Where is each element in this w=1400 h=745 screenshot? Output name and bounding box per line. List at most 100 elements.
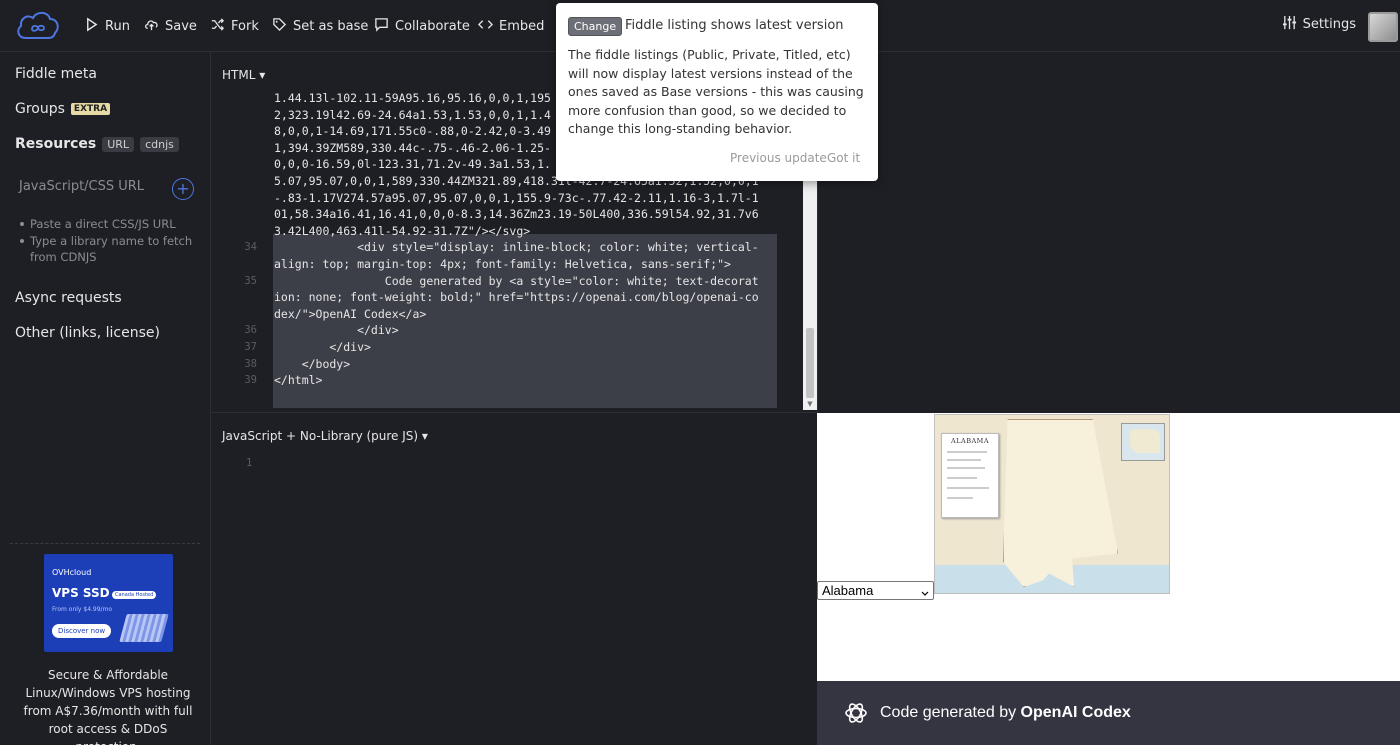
code-line: 36 </div> [211, 322, 803, 338]
map-title: ALABAMA [950, 437, 990, 445]
collaborate-button[interactable]: Collaborate [374, 15, 470, 37]
map-inset-us [1130, 429, 1160, 453]
sidebar-item-groups[interactable]: Groups EXTRA [15, 101, 111, 117]
code-line: 3.42L400,463.41l-54.92-31.7Z"/></svg> [211, 223, 803, 239]
sliders-icon [1282, 15, 1297, 34]
code-text: -.83-1.17V274.57a95.07,95.07,0,0,1,155.9… [274, 190, 759, 205]
ad-headline: VPS SSD [52, 586, 110, 600]
code-text: 01,58.34a16.41,16.41,0,0,0-8.3,14.36Zm23… [274, 207, 759, 222]
line-number: 35 [244, 274, 257, 287]
user-avatar[interactable] [1368, 12, 1398, 42]
embed-button[interactable]: Embed [478, 15, 544, 37]
legend-line [947, 487, 989, 489]
ad-sub: From only $4.99/mo [52, 606, 113, 613]
fork-button[interactable]: Fork [210, 15, 259, 37]
got-it-button[interactable]: Got it [827, 151, 860, 165]
run-button[interactable]: Run [84, 15, 130, 37]
openai-logo-icon [843, 700, 869, 726]
code-text: 3.42L400,463.41l-54.92-31.7Z"/></svg> [274, 223, 531, 238]
plus-icon: + [176, 179, 190, 198]
line-number: 1 [246, 457, 253, 469]
legend-line [947, 459, 981, 461]
chevron-down-icon [921, 585, 929, 596]
html-panel-label[interactable]: HTML ▾ [222, 68, 265, 82]
legend-line [947, 477, 977, 479]
result-panel: ALABAMA Alabama [817, 413, 1400, 681]
openai-codex-link[interactable]: OpenAI Codex [1021, 704, 1131, 721]
ad-banner[interactable]: OVHcloud VPS SSD Canada Hosted From only… [44, 554, 173, 652]
sidebar-item-other[interactable]: Other (links, license) [15, 325, 160, 341]
sidebar-item-label: Async requests [15, 290, 122, 306]
play-icon [84, 17, 99, 36]
jsfiddle-logo-icon[interactable] [14, 8, 62, 44]
line-number: 36 [244, 324, 257, 337]
ad-text[interactable]: Secure & Affordable Linux/Windows VPS ho… [15, 666, 201, 745]
update-notification-popup: Change Fiddle listing shows latest versi… [556, 3, 878, 181]
run-label: Run [105, 18, 130, 34]
line-number: 38 [244, 357, 257, 370]
scroll-down-icon[interactable]: ▼ [805, 400, 815, 408]
ad-cta-button[interactable]: Discover now [52, 624, 112, 638]
code-text: </div> [274, 323, 399, 338]
code-line: 38 </body> [211, 356, 803, 372]
caret-down-icon: ▾ [418, 429, 428, 443]
sidebar-item-fiddle-meta[interactable]: Fiddle meta [15, 66, 97, 82]
code-text: 0,0,0-16.59,0l-123.31,71.2v-49.3a1.53,1. [274, 157, 551, 172]
code-text: Code generated by <a style="color: white… [274, 273, 759, 288]
chat-icon [374, 17, 389, 36]
code-line: ion: none; font-weight: bold;" href="htt… [211, 289, 803, 305]
code-text: </body> [274, 356, 351, 371]
caret-down-icon: ▾ [255, 68, 266, 82]
set-as-base-button[interactable]: Set as base [272, 15, 368, 37]
codex-footer-text: Code generated by OpenAI Codex [880, 704, 1131, 722]
save-button[interactable]: Save [144, 15, 197, 37]
code-line: dex/">OpenAI Codex</a> [211, 306, 803, 322]
code-brackets-icon [478, 17, 493, 36]
panel-label-text: HTML [222, 68, 256, 82]
code-text: ion: none; font-weight: bold;" href="htt… [274, 290, 759, 305]
sidebar-item-label: Resources [15, 136, 97, 152]
code-text: 8,0,0,1-14.69,171.55c0-.88,0-2.42,0-3.49 [274, 124, 551, 139]
hint-item: Paste a direct CSS/JS URL [18, 216, 198, 232]
tag-icon [272, 17, 287, 36]
code-line: 39 </html> [211, 372, 803, 388]
line-number: 34 [244, 241, 257, 254]
code-line: 35 Code generated by <a style="color: wh… [211, 273, 803, 289]
sidebar-item-label: Other (links, license) [15, 325, 160, 341]
ad-divider [10, 543, 200, 544]
sidebar-item-resources[interactable]: Resources URL cdnjs [15, 136, 179, 152]
code-text: dex/">OpenAI Codex</a> [274, 306, 427, 321]
sidebar-item-async-requests[interactable]: Async requests [15, 290, 122, 306]
legend-line [947, 451, 987, 453]
css-editor-panel[interactable] [817, 52, 1400, 413]
code-text: </html> [274, 373, 323, 388]
code-text: <div style="display: inline-block; color… [274, 240, 759, 255]
save-label: Save [165, 18, 197, 34]
js-panel-label[interactable]: JavaScript + No-Library (pure JS) ▾ [222, 429, 428, 443]
embed-label: Embed [499, 18, 545, 34]
add-resource-button[interactable]: + [172, 178, 194, 200]
legend-line [947, 497, 973, 499]
settings-button[interactable]: Settings [1282, 15, 1356, 34]
cdnjs-badge[interactable]: cdnjs [140, 136, 179, 152]
popup-title: Fiddle listing shows latest version [625, 18, 844, 33]
js-editor-panel: JavaScript + No-Library (pure JS) ▾ 1 [211, 413, 817, 745]
ad-brand: OVHcloud [52, 568, 92, 577]
state-select[interactable]: Alabama [817, 581, 934, 600]
scrollbar-thumb[interactable] [806, 328, 814, 398]
footer-prefix: Code generated by [880, 704, 1021, 721]
code-line: 01,58.34a16.41,16.41,0,0,0-8.3,14.36Zm23… [211, 206, 803, 222]
change-badge: Change [568, 17, 623, 36]
extra-badge: EXTRA [70, 103, 111, 115]
resource-url-input[interactable]: JavaScript/CSS URL [19, 179, 169, 194]
server-icon [119, 614, 169, 642]
map-legend [941, 433, 999, 518]
sidebar-item-label: Fiddle meta [15, 66, 97, 82]
previous-update-button[interactable]: Previous update [730, 151, 827, 165]
select-value: Alabama [822, 583, 874, 598]
code-text: 1.44.13l-102.11-59A95.16,95.16,0,0,1,195 [274, 91, 551, 105]
ad-tag: Canada Hosted [112, 591, 157, 599]
line-number: 39 [244, 374, 257, 387]
url-badge[interactable]: URL [102, 136, 135, 152]
code-text: </div> [274, 340, 371, 354]
